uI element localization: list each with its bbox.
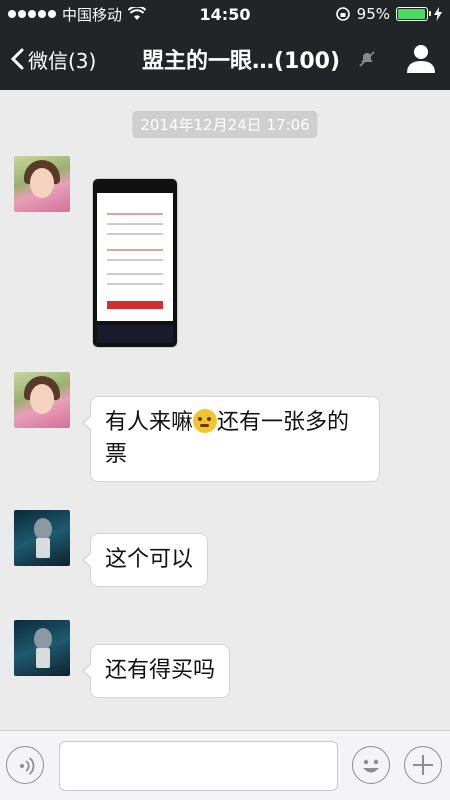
- back-chevron-icon: [10, 48, 24, 70]
- status-bar: 中国移动 14:50 95%: [0, 0, 450, 28]
- mute-icon: [359, 51, 375, 67]
- back-label: 微信(3): [28, 48, 97, 73]
- plus-button[interactable]: [404, 746, 442, 784]
- chat-area[interactable]: 2014年12月24日 17:06 有人来嘛 还有一张多的票 这个可以 还有得买…: [0, 90, 450, 730]
- message-input[interactable]: [59, 741, 338, 791]
- battery-fill: [398, 9, 425, 19]
- message-text: 有人来嘛: [105, 410, 194, 435]
- wifi-icon: [128, 7, 147, 20]
- profile-icon[interactable]: [404, 43, 438, 75]
- message-bubble[interactable]: 还有得买吗: [81, 644, 231, 698]
- input-bar: [0, 730, 450, 800]
- avatar[interactable]: [14, 510, 70, 566]
- message-text: 还有得买吗: [105, 658, 216, 683]
- battery-percent: 95%: [356, 5, 390, 23]
- charging-icon: [434, 7, 442, 21]
- carrier-name: 中国移动: [62, 5, 123, 24]
- battery-icon: [396, 7, 431, 21]
- nav-bar: 微信(3) 盟主的一眼…(100): [0, 28, 450, 90]
- avatar[interactable]: [14, 372, 70, 428]
- emoji-icon: [363, 759, 379, 773]
- voice-button[interactable]: [6, 746, 44, 784]
- avatar[interactable]: [14, 620, 70, 676]
- chat-title: 盟主的一眼…(100): [142, 49, 341, 74]
- emoji-button[interactable]: [352, 746, 390, 784]
- thinking-emoji-icon: [193, 409, 218, 433]
- voice-icon: [20, 757, 35, 775]
- message-bubble[interactable]: 有人来嘛 还有一张多的票: [82, 396, 380, 482]
- plus-icon: [413, 755, 433, 775]
- rotation-lock-icon: [335, 7, 350, 21]
- avatar[interactable]: [14, 156, 70, 212]
- message-bubble[interactable]: 这个可以: [81, 533, 209, 587]
- timestamp: 2014年12月24日 17:06: [132, 111, 318, 138]
- status-time: 14:50: [199, 4, 251, 24]
- signal-strength-icon: [8, 10, 56, 18]
- message-text: 这个可以: [105, 547, 194, 572]
- image-message[interactable]: [92, 178, 178, 348]
- back-button[interactable]: 微信(3): [0, 28, 96, 90]
